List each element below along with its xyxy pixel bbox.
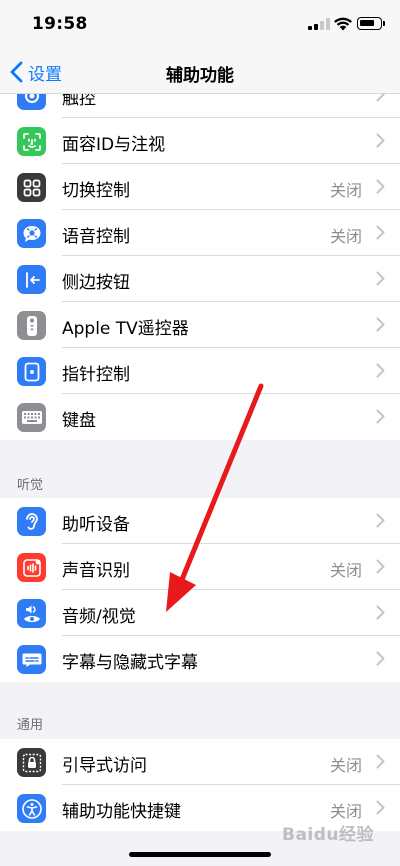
list-item-voice-control[interactable]: 语音控制 关闭 (0, 210, 400, 256)
item-label: 字幕与隐藏式字幕 (62, 653, 198, 673)
list-item-guided-access[interactable]: 引导式访问 关闭 (0, 739, 400, 785)
chevron-right-icon (376, 513, 385, 528)
remote-icon (17, 311, 46, 340)
page-title: 辅助功能 (166, 66, 234, 86)
voice-control-icon (17, 219, 46, 248)
item-label: 音频/视觉 (62, 607, 136, 627)
chevron-right-icon (376, 651, 385, 666)
item-label: 面容ID与注视 (62, 135, 166, 155)
list-item-pointer-control[interactable]: 指针控制 (0, 348, 400, 394)
home-indicator[interactable] (129, 852, 271, 857)
item-label: 辅助功能快捷键 (62, 802, 181, 822)
list-item-side-button[interactable]: 侧边按钮 (0, 256, 400, 302)
chevron-right-icon (376, 409, 385, 424)
list-item-audio-visual[interactable]: 音频/视觉 (0, 590, 400, 636)
chevron-right-icon (376, 271, 385, 286)
sound-recognition-icon (17, 553, 46, 582)
item-label: 声音识别 (62, 561, 130, 581)
list-item-face-id[interactable]: 面容ID与注视 (0, 118, 400, 164)
face-id-icon (17, 127, 46, 156)
list-item-switch-control[interactable]: 切换控制 关闭 (0, 164, 400, 210)
chevron-right-icon (376, 363, 385, 378)
chevron-right-icon (376, 605, 385, 620)
switch-control-icon (17, 173, 46, 202)
item-label: 语音控制 (62, 227, 130, 247)
list-item-hearing-devices[interactable]: 助听设备 (0, 498, 400, 544)
chevron-right-icon (376, 754, 385, 769)
item-value: 关闭 (329, 756, 362, 775)
chevron-right-icon (376, 559, 385, 574)
chevron-right-icon (376, 133, 385, 148)
item-value: 关闭 (329, 802, 362, 821)
subtitles-icon (17, 645, 46, 674)
section-header-general: 通用 (17, 718, 44, 733)
chevron-right-icon (376, 225, 385, 240)
item-value: 关闭 (329, 181, 362, 200)
settings-group-hearing: 助听设备 声音识别 关闭 音频/视觉 字幕与隐藏式字幕 (0, 498, 400, 682)
cellular-signal-icon (308, 18, 330, 30)
item-label: 键盘 (62, 411, 96, 431)
settings-group-interaction: 触控 面容ID与注视 切换控制 关闭 语音控制 关闭 侧边按钮 Apple TV… (0, 72, 400, 440)
item-value: 关闭 (329, 227, 362, 246)
item-label: 切换控制 (62, 181, 130, 201)
status-bar-overlay: 19:58 (0, 0, 400, 50)
navigation-bar-content: 设置 辅助功能 (0, 50, 400, 94)
status-time: 19:58 (32, 14, 88, 34)
section-header-hearing: 听觉 (17, 478, 44, 493)
item-value: 关闭 (329, 561, 362, 580)
keyboard-icon (17, 403, 46, 432)
battery-icon (357, 17, 385, 30)
item-label: 指针控制 (62, 365, 130, 385)
accessibility-icon (17, 794, 46, 823)
list-item-keyboard[interactable]: 键盘 (0, 394, 400, 440)
item-label: Apple TV遥控器 (62, 319, 189, 339)
ear-icon (17, 507, 46, 536)
side-button-icon (17, 265, 46, 294)
list-item-subtitles-captioning[interactable]: 字幕与隐藏式字幕 (0, 636, 400, 682)
guided-access-lock-icon (17, 748, 46, 777)
list-item-sound-recognition[interactable]: 声音识别 关闭 (0, 544, 400, 590)
item-label: 引导式访问 (62, 756, 147, 776)
wifi-icon (334, 17, 352, 31)
chevron-right-icon (376, 179, 385, 194)
chevron-right-icon (376, 317, 385, 332)
audio-visual-icon (17, 599, 46, 628)
item-label: 助听设备 (62, 515, 130, 535)
list-item-apple-tv-remote[interactable]: Apple TV遥控器 (0, 302, 400, 348)
baidu-watermark: Baidu经验 (282, 825, 375, 845)
chevron-right-icon (376, 800, 385, 815)
settings-group-general: 引导式访问 关闭 辅助功能快捷键 关闭 (0, 739, 400, 831)
item-label: 侧边按钮 (62, 273, 130, 293)
pointer-control-icon (17, 357, 46, 386)
